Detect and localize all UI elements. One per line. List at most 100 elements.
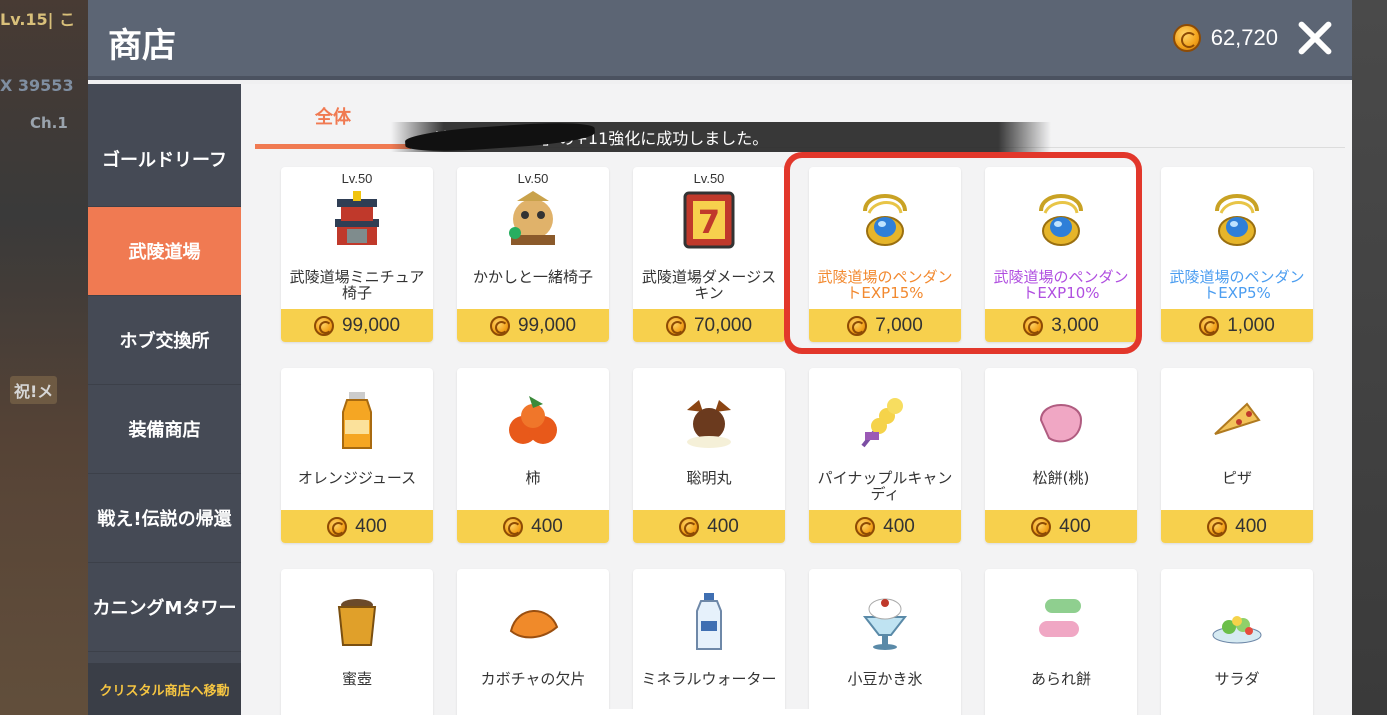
shop-item-card[interactable]: オレンジジュース 400 [281, 368, 433, 543]
gold-coin-icon [1031, 516, 1052, 537]
bg-exp-text: X 39553 [0, 76, 74, 95]
item-price-value: 99,000 [341, 314, 401, 336]
orange-juice-icon [327, 390, 387, 452]
game-background-right [1351, 0, 1387, 715]
dojo-tower-chair-icon [327, 189, 387, 251]
shop-item-card[interactable]: カボチャの欠片 [457, 569, 609, 715]
scarecrow-chair-icon [503, 189, 563, 251]
shop-item-card[interactable]: 小豆かき氷 [809, 569, 961, 715]
item-name: 蜜壺 [341, 670, 372, 688]
item-price: 400 [809, 510, 961, 543]
item-name: 柿 [525, 469, 541, 487]
sidebar-item-hob-exchange[interactable]: ホブ交換所 [88, 296, 241, 385]
item-name: 聡明丸 [686, 469, 732, 487]
item-price-value: 7,000 [875, 314, 923, 336]
item-name: 武陵道場のペンダントEXP10% [993, 268, 1129, 302]
sidebar-item-label: 戦え!伝説の帰還 [97, 509, 232, 530]
gold-coin-icon [1172, 24, 1201, 52]
item-price-value: 400 [707, 515, 739, 537]
item-price-value: 400 [1235, 515, 1267, 537]
pendant-icon [1207, 189, 1267, 251]
item-price-value: 400 [531, 515, 563, 537]
gold-coin-icon [847, 315, 868, 336]
shop-item-card[interactable]: Lv.50 武陵道場ミニチュア椅子 99,000 [281, 167, 433, 342]
gold-coin-icon [503, 516, 524, 537]
gold-coin-icon [489, 315, 510, 336]
pumpkin-piece-icon [503, 591, 563, 653]
gold-coin-icon [313, 315, 334, 336]
item-price: 7,000 [809, 309, 961, 342]
gold-coin-icon [327, 516, 348, 537]
sidebar-item-equipment-shop[interactable]: 装備商店 [88, 385, 241, 474]
shop-item-card[interactable]: ミネラルウォーター [633, 569, 785, 715]
page-title: 商店 [108, 26, 176, 66]
item-level: Lv.50 [693, 171, 725, 186]
shop-item-card[interactable]: サラダ [1161, 569, 1313, 715]
pill-icon [679, 390, 739, 452]
home-indicator [515, 709, 875, 715]
item-price: 400 [457, 510, 609, 543]
item-price-value: 1,000 [1227, 314, 1275, 336]
item-price-value: 3,000 [1051, 314, 1099, 336]
pizza-icon [1207, 390, 1267, 452]
shop-item-card[interactable]: 松餅(桃) 400 [985, 368, 1137, 543]
item-price-value: 70,000 [693, 314, 753, 336]
shop-window: 商店 62,720 ゴールドリーフ 武陵道場 ホブ交換所 装備商店 戦え!伝説の… [88, 0, 1352, 715]
shop-sidebar: ゴールドリーフ 武陵道場 ホブ交換所 装備商店 戦え!伝説の帰還 カニングMタワ… [88, 84, 241, 715]
rice-cake-icon [1031, 591, 1091, 653]
item-price: 400 [1161, 510, 1313, 543]
pendant-icon [855, 189, 915, 251]
shop-item-card[interactable]: 蜜壺 [281, 569, 433, 715]
shop-item-card[interactable]: あられ餅 [985, 569, 1137, 715]
item-price: 99,000 [457, 309, 609, 342]
shop-item-card[interactable]: Lv.50 7 武陵道場ダメージスキン 70,000 [633, 167, 785, 342]
gold-coin-icon [1207, 516, 1228, 537]
sidebar-item-legend-return[interactable]: 戦え!伝説の帰還 [88, 474, 241, 563]
pendant-icon [1031, 189, 1091, 251]
item-price: 400 [281, 510, 433, 543]
item-name: パイナップルキャンディ [817, 469, 953, 503]
shop-item-card[interactable]: 柿 400 [457, 368, 609, 543]
water-bottle-icon [679, 591, 739, 653]
item-name: 小豆かき氷 [847, 670, 923, 688]
item-name: サラダ [1214, 670, 1260, 688]
shop-item-card[interactable]: Lv.50 かかしと一緒椅子 99,000 [457, 167, 609, 342]
shop-item-card[interactable]: 武陵道場のペンダントEXP5% 1,000 [1161, 167, 1313, 342]
item-name: オレンジジュース [297, 469, 417, 487]
shop-item-card[interactable]: 武陵道場のペンダントEXP15% 7,000 [809, 167, 961, 342]
coin-amount: 62,720 [1210, 25, 1278, 50]
item-name: 武陵道場のペンダントEXP15% [817, 268, 953, 302]
item-name: 松餅(桃) [1032, 469, 1090, 487]
sidebar-item-label: カニングMタワー [92, 598, 237, 619]
gold-coin-icon [1023, 315, 1044, 336]
item-name: 武陵道場ミニチュア椅子 [289, 268, 425, 302]
item-price-value: 99,000 [517, 314, 577, 336]
item-price-value: 400 [1059, 515, 1091, 537]
bg-level-text: Lv.15| こ [0, 10, 76, 29]
shop-item-card[interactable]: パイナップルキャンディ 400 [809, 368, 961, 543]
persimmon-icon [503, 390, 563, 452]
shop-item-card[interactable]: 聡明丸 400 [633, 368, 785, 543]
songpyeon-icon [1031, 390, 1091, 452]
screen: Lv.15| こ X 39553 Ch.1 祝!メ 商店 62,720 ゴールド… [0, 0, 1387, 715]
bg-channel-text: Ch.1 [30, 114, 68, 132]
sidebar-item-kerning-tower[interactable]: カニングMタワー [88, 563, 241, 652]
sidebar-item-label: ゴールドリーフ [102, 150, 227, 171]
sidebar-item-mulung-dojo[interactable]: 武陵道場 [88, 207, 241, 296]
shaved-ice-icon [855, 591, 915, 653]
shop-item-card[interactable]: 武陵道場のペンダントEXP10% 3,000 [985, 167, 1137, 342]
gold-coin-icon [1199, 315, 1220, 336]
gold-coin-icon [855, 516, 876, 537]
item-price: 400 [985, 510, 1137, 543]
tab-all[interactable]: 全体 [255, 84, 411, 149]
gold-coin-icon [665, 315, 686, 336]
item-name: かかしと一緒椅子 [472, 268, 593, 286]
item-level: Lv.50 [341, 171, 373, 186]
gold-coin-icon [679, 516, 700, 537]
honey-jar-icon [327, 591, 387, 653]
shop-item-card[interactable]: ピザ 400 [1161, 368, 1313, 543]
sidebar-item-gold-leaf[interactable]: ゴールドリーフ [88, 84, 241, 207]
close-button[interactable] [1294, 18, 1334, 58]
item-price: 400 [633, 510, 785, 543]
crystal-shop-link[interactable]: クリスタル商店へ移動 [88, 663, 241, 715]
